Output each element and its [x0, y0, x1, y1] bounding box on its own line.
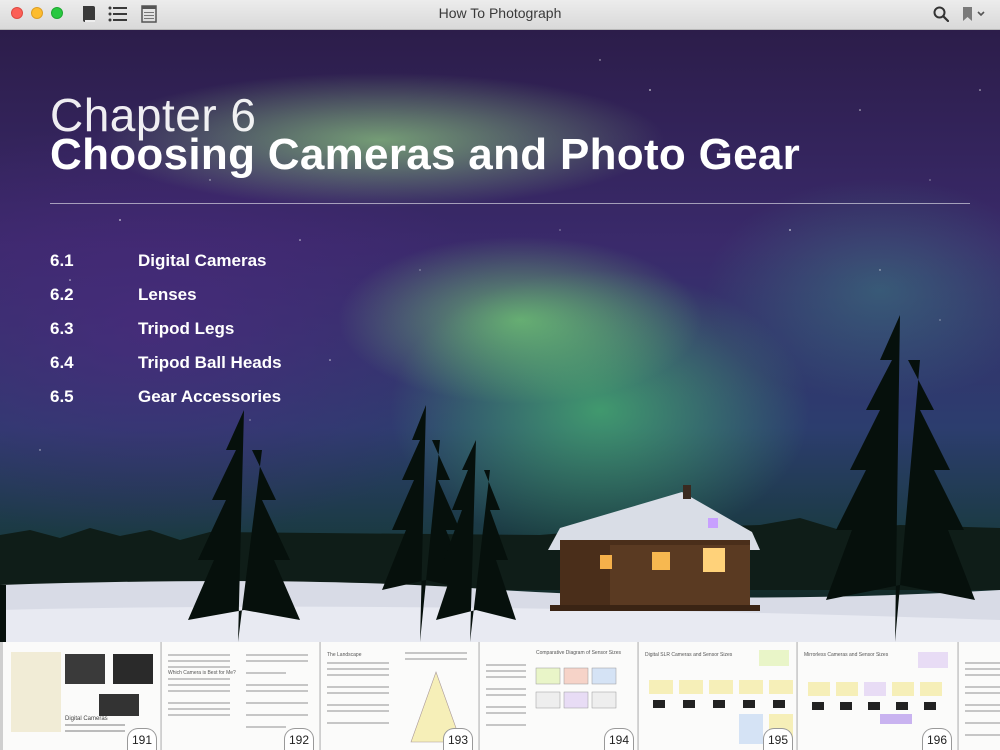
page-thumbnail[interactable]: Digital Cameras 191: [3, 642, 161, 750]
section-number: 6.1: [50, 251, 74, 270]
page-number-badge: 192: [284, 728, 314, 750]
thumbnail-heading: Which Camera is Best for Me?: [168, 670, 236, 676]
section-title: Tripod Ball Heads: [138, 353, 282, 372]
search-icon: [933, 6, 949, 22]
section-number: 6.5: [50, 387, 74, 406]
library-icon: [83, 6, 95, 22]
library-button[interactable]: [78, 3, 100, 25]
page-thumbnail-strip[interactable]: Digital Cameras 191 Which Camera is Best…: [0, 642, 1000, 750]
title-bar: How To Photograph: [0, 0, 1000, 30]
chapter-cover: Chapter 6 Choosing Cameras and Photo Gea…: [0, 30, 1000, 642]
chapter-section-list: 6.1 Digital Cameras 6.2 Lenses 6.3 Tripo…: [50, 244, 282, 414]
section-number: 6.4: [50, 353, 74, 372]
page-preview: [965, 662, 1000, 736]
section-title: Digital Cameras: [138, 251, 267, 270]
bookmark-button[interactable]: [958, 3, 990, 25]
section-title: Gear Accessories: [138, 387, 282, 406]
section-number: 6.3: [50, 319, 74, 338]
section-link-6-2[interactable]: 6.2 Lenses: [50, 278, 282, 312]
window-title: How To Photograph: [438, 5, 562, 21]
search-button[interactable]: [930, 3, 952, 25]
section-number: 6.2: [50, 285, 74, 304]
page-thumbnail[interactable]: [959, 642, 1000, 750]
toc-list-icon: [108, 6, 127, 22]
table-of-contents-button[interactable]: [106, 3, 130, 25]
notes-button[interactable]: [138, 3, 160, 25]
chapter-title: Choosing Cameras and Photo Gear: [50, 130, 801, 179]
thumbnail-heading: Digital SLR Cameras and Sensor Sizes: [645, 652, 733, 658]
minimize-button[interactable]: [31, 7, 43, 19]
section-link-6-1[interactable]: 6.1 Digital Cameras: [50, 244, 282, 278]
page-thumbnail[interactable]: Which Camera is Best for Me? 192: [162, 642, 320, 750]
bookmark-icon: [963, 7, 985, 21]
section-title: Tripod Legs: [138, 319, 235, 338]
thumbnail-heading: The Landscape: [327, 652, 362, 658]
thumbnail-heading: Digital Cameras: [65, 716, 108, 722]
page-number-badge: 194: [604, 728, 634, 750]
thumbnail-heading: Mirrorless Cameras and Sensor Sizes: [804, 652, 889, 658]
maximize-button[interactable]: [51, 7, 63, 19]
title-divider: [50, 203, 970, 204]
section-link-6-4[interactable]: 6.4 Tripod Ball Heads: [50, 346, 282, 380]
page-number-badge: 191: [127, 728, 157, 750]
page-thumbnail[interactable]: Digital SLR Cameras and Sensor Sizes 195: [639, 642, 797, 750]
page-number-badge: 195: [763, 728, 793, 750]
page-number-badge: 193: [443, 728, 473, 750]
section-link-6-3[interactable]: 6.3 Tripod Legs: [50, 312, 282, 346]
close-button[interactable]: [11, 7, 23, 19]
notes-icon: [141, 5, 157, 23]
section-title: Lenses: [138, 285, 197, 304]
page-thumbnail[interactable]: The Landscape 193: [321, 642, 479, 750]
thumbnail-heading: Comparative Diagram of Sensor Sizes: [536, 650, 622, 656]
page-thumbnail[interactable]: Mirrorless Cameras and Sensor Sizes 196: [798, 642, 958, 750]
section-link-6-5[interactable]: 6.5 Gear Accessories: [50, 380, 282, 414]
page-thumbnail[interactable]: Comparative Diagram of Sensor Sizes 194: [480, 642, 638, 750]
page-number-badge: 196: [922, 728, 952, 750]
